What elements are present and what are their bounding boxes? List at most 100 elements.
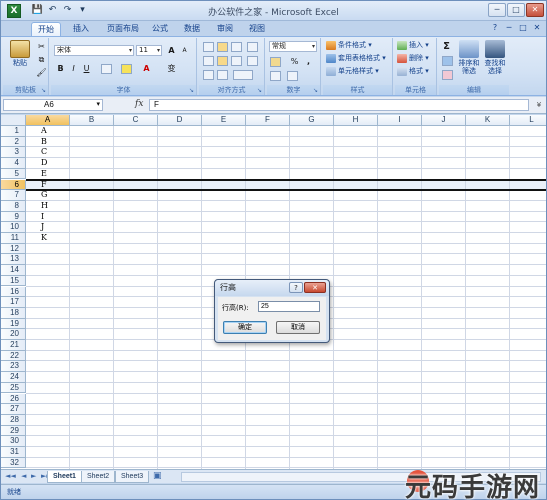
clipboard-launcher-icon[interactable]: ↘ bbox=[41, 87, 46, 94]
tab-data[interactable]: 数据 bbox=[178, 22, 206, 36]
sheet-tab-1[interactable]: Sheet1 bbox=[47, 471, 82, 483]
wrap-text-icon[interactable] bbox=[247, 56, 258, 66]
number-launcher-icon[interactable]: ↘ bbox=[313, 87, 318, 94]
row-header-24[interactable]: 24 bbox=[1, 372, 26, 383]
row-header-27[interactable]: 27 bbox=[1, 404, 26, 415]
row-header-28[interactable]: 28 bbox=[1, 414, 26, 426]
column-header-j[interactable]: J bbox=[422, 115, 466, 126]
row-header-25[interactable]: 25 bbox=[1, 382, 26, 394]
close-button[interactable]: ✕ bbox=[526, 3, 544, 17]
number-format-select[interactable]: 常规 ▾ bbox=[269, 41, 317, 52]
column-header-h[interactable]: H bbox=[334, 115, 378, 126]
increase-indent-icon[interactable] bbox=[217, 70, 228, 80]
cell-a4[interactable]: D bbox=[41, 158, 47, 169]
formula-input[interactable]: F bbox=[149, 99, 529, 111]
ok-button[interactable]: 确定 bbox=[223, 321, 267, 334]
find-select-button[interactable]: 查找和 选择 bbox=[483, 40, 507, 75]
row-header-22[interactable]: 22 bbox=[1, 350, 26, 362]
cell-a5[interactable]: E bbox=[41, 169, 47, 180]
workbook-close-button[interactable]: ✕ bbox=[531, 22, 543, 34]
fill-icon[interactable] bbox=[442, 56, 453, 66]
row-header-26[interactable]: 26 bbox=[1, 393, 26, 405]
column-header-e[interactable]: E bbox=[202, 115, 246, 126]
name-box[interactable]: A6 ▾ bbox=[3, 99, 103, 111]
row-header-20[interactable]: 20 bbox=[1, 329, 26, 340]
row-header-4[interactable]: 4 bbox=[1, 158, 26, 169]
sheet-tab-3[interactable]: Sheet3 bbox=[115, 471, 150, 483]
select-all-corner[interactable] bbox=[1, 115, 26, 126]
expand-formula-bar-icon[interactable]: ¥ bbox=[534, 99, 544, 111]
row-header-3[interactable]: 3 bbox=[1, 147, 26, 159]
font-color-button[interactable]: A bbox=[141, 63, 152, 74]
cancel-button[interactable]: 取消 bbox=[276, 321, 320, 334]
row-header-8[interactable]: 8 bbox=[1, 200, 26, 212]
workbook-minimize-button[interactable]: ─ bbox=[503, 22, 515, 34]
bold-button[interactable]: B bbox=[55, 63, 66, 74]
dialog-close-button[interactable]: ✕ bbox=[304, 282, 326, 293]
maximize-button[interactable]: □ bbox=[507, 3, 525, 17]
row-header-14[interactable]: 14 bbox=[1, 265, 26, 276]
row-header-6[interactable]: 6 bbox=[1, 179, 26, 191]
insert-function-icon[interactable]: fx bbox=[135, 99, 143, 109]
row-header-9[interactable]: 9 bbox=[1, 211, 26, 223]
row-header-7[interactable]: 7 bbox=[1, 190, 26, 201]
alignment-launcher-icon[interactable]: ↘ bbox=[257, 87, 262, 94]
cell-a10[interactable]: J bbox=[41, 222, 44, 233]
italic-button[interactable]: I bbox=[68, 63, 79, 74]
cell-a3[interactable]: C bbox=[41, 147, 47, 158]
column-header-g[interactable]: G bbox=[290, 115, 334, 126]
format-as-table-button[interactable]: 套用表格格式 ▾ bbox=[326, 53, 386, 64]
column-header-c[interactable]: C bbox=[114, 115, 158, 126]
column-header-d[interactable]: D bbox=[158, 115, 202, 126]
help-icon[interactable]: ? bbox=[489, 22, 501, 34]
tab-review[interactable]: 审阅 bbox=[211, 22, 239, 36]
align-right-icon[interactable] bbox=[231, 56, 242, 66]
workbook-restore-button[interactable]: □ bbox=[517, 22, 529, 34]
cell-a8[interactable]: H bbox=[41, 201, 48, 212]
insert-sheet-icon[interactable]: ▣ bbox=[153, 471, 162, 481]
insert-cells-button[interactable]: 插入 ▾ bbox=[397, 40, 429, 51]
phonetic-button[interactable]: 变 bbox=[166, 63, 177, 74]
row-header-18[interactable]: 18 bbox=[1, 307, 26, 319]
font-size-select[interactable]: 11 ▾ bbox=[136, 45, 162, 56]
row-header-12[interactable]: 12 bbox=[1, 243, 26, 255]
shrink-font-button[interactable]: A bbox=[179, 45, 190, 56]
tab-formulas[interactable]: 公式 bbox=[146, 22, 174, 36]
column-header-l[interactable]: L bbox=[510, 115, 546, 126]
dialog-help-button[interactable]: ? bbox=[289, 282, 303, 293]
tab-home[interactable]: 开始 bbox=[31, 22, 61, 36]
row-header-30[interactable]: 30 bbox=[1, 436, 26, 447]
minimize-button[interactable]: ─ bbox=[488, 3, 506, 17]
column-header-f[interactable]: F bbox=[246, 115, 290, 126]
first-sheet-icon[interactable]: ◄◄ bbox=[5, 472, 16, 480]
increase-decimal-icon[interactable] bbox=[270, 71, 281, 81]
cell-a1[interactable]: A bbox=[41, 126, 47, 137]
currency-icon[interactable] bbox=[270, 57, 281, 67]
cell-a11[interactable]: K bbox=[41, 233, 47, 244]
row-header-15[interactable]: 15 bbox=[1, 275, 26, 287]
delete-cells-button[interactable]: 删除 ▾ bbox=[397, 53, 429, 64]
align-center-icon[interactable] bbox=[217, 56, 228, 66]
row-header-21[interactable]: 21 bbox=[1, 340, 26, 351]
cell-a9[interactable]: I bbox=[41, 212, 44, 223]
prev-sheet-icon[interactable]: ◄ bbox=[21, 472, 26, 480]
font-name-select[interactable]: 宋体 ▾ bbox=[54, 45, 134, 56]
format-painter-icon[interactable]: 🖌 bbox=[36, 67, 47, 78]
row-header-29[interactable]: 29 bbox=[1, 425, 26, 437]
row-header-23[interactable]: 23 bbox=[1, 361, 26, 373]
column-header-i[interactable]: I bbox=[378, 115, 422, 126]
tab-insert[interactable]: 插入 bbox=[67, 22, 95, 36]
row-header-31[interactable]: 31 bbox=[1, 447, 26, 458]
align-left-icon[interactable] bbox=[203, 56, 214, 66]
row-header-2[interactable]: 2 bbox=[1, 136, 26, 148]
format-cells-button[interactable]: 格式 ▾ bbox=[397, 66, 429, 77]
conditional-format-button[interactable]: 条件格式 ▾ bbox=[326, 40, 372, 51]
clear-icon[interactable] bbox=[442, 70, 453, 80]
row-header-13[interactable]: 13 bbox=[1, 254, 26, 266]
row-header-1[interactable]: 1 bbox=[1, 126, 26, 137]
autosum-button[interactable]: Σ bbox=[441, 41, 452, 52]
cell-a6[interactable]: F bbox=[41, 180, 47, 191]
row-header-19[interactable]: 19 bbox=[1, 318, 26, 330]
row-header-10[interactable]: 10 bbox=[1, 222, 26, 233]
orientation-icon[interactable] bbox=[247, 42, 258, 52]
